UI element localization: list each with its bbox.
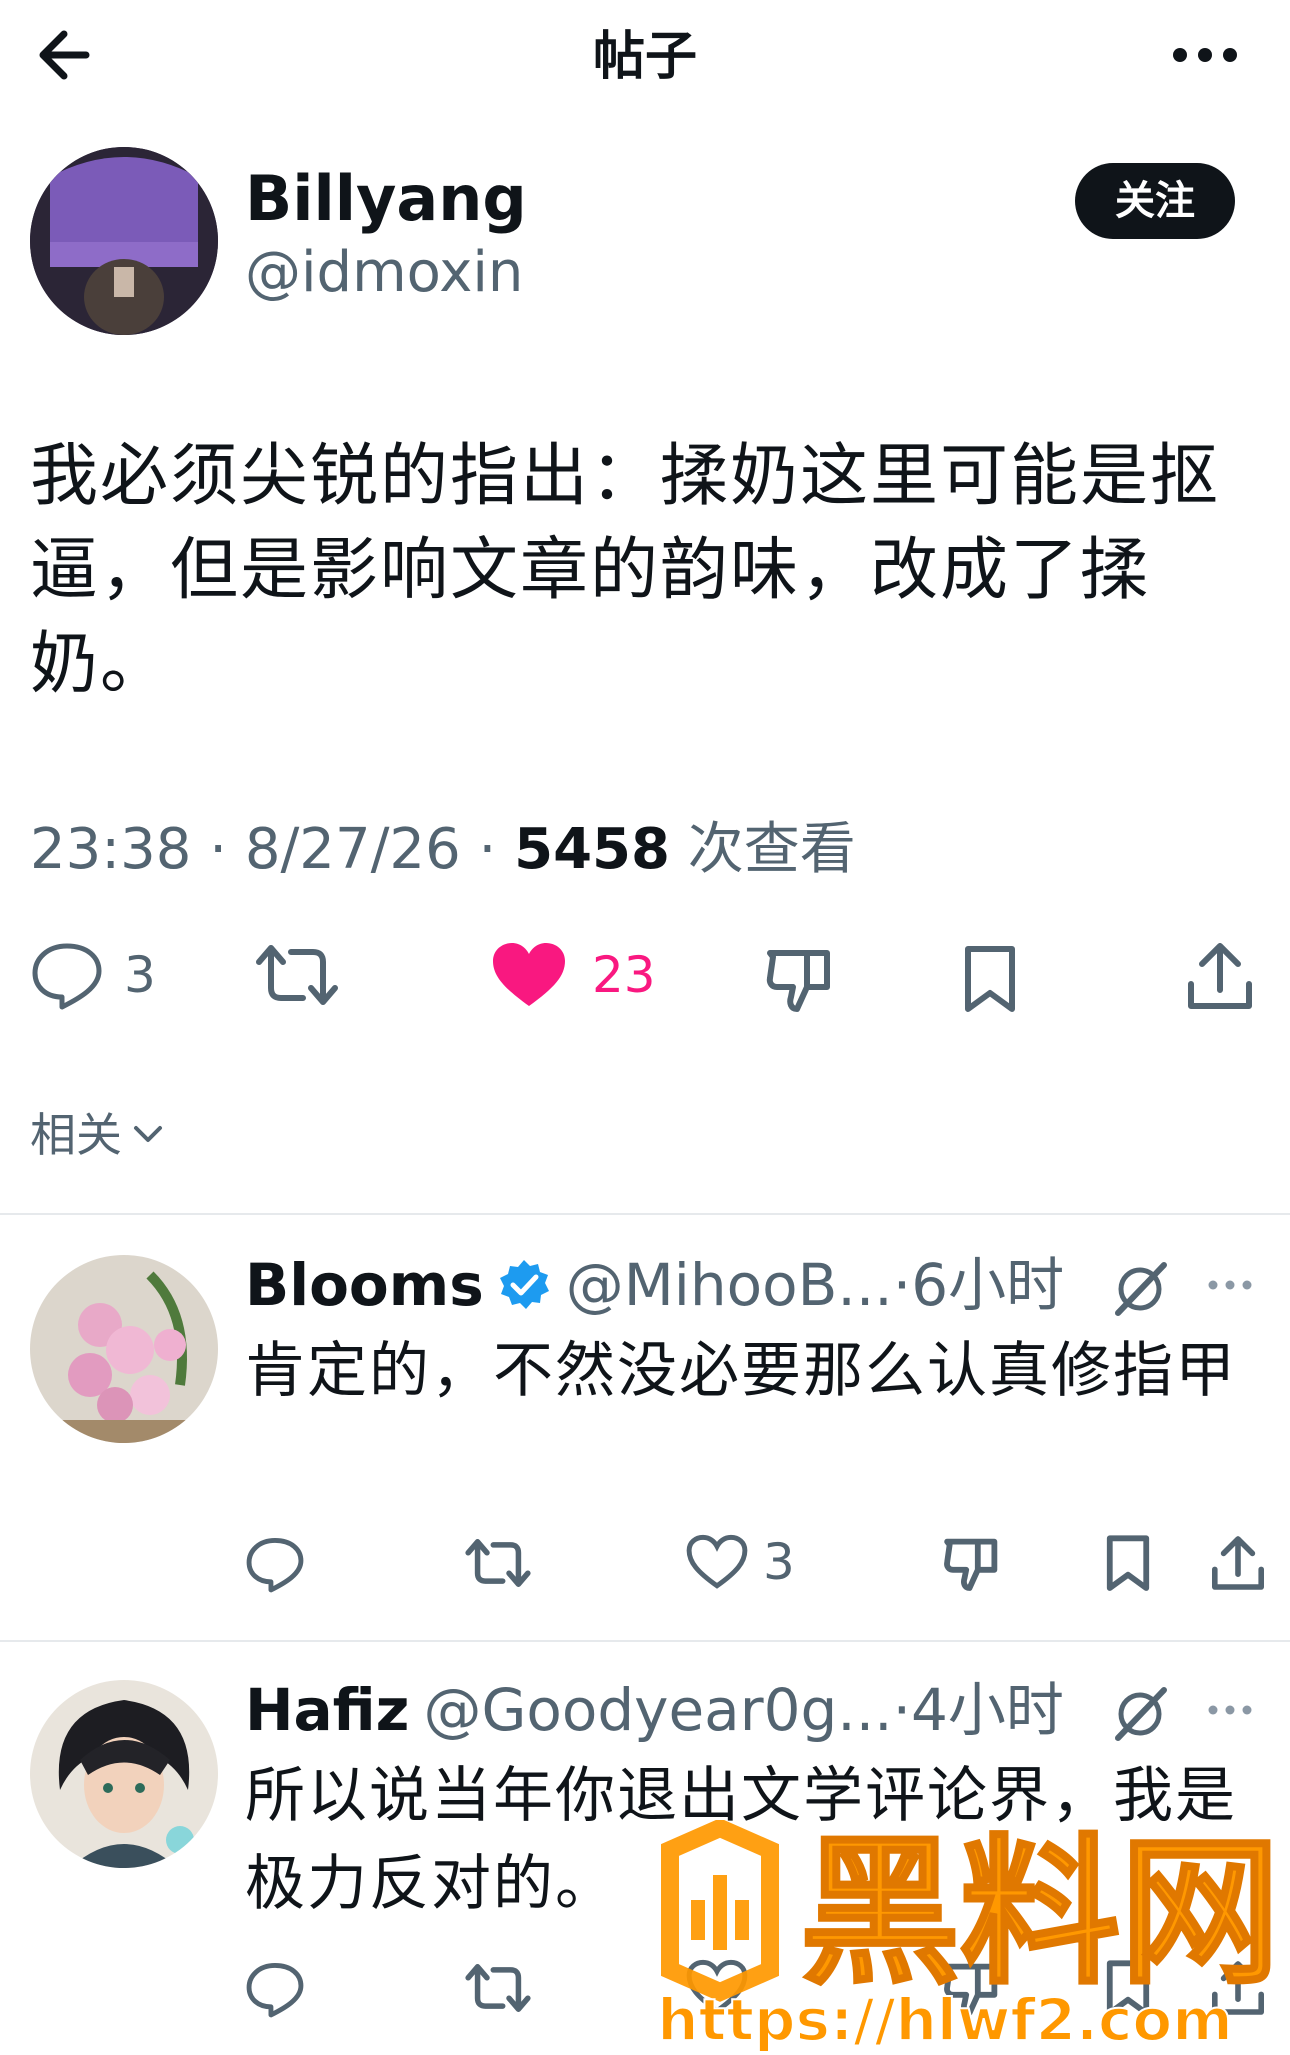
thumbs-down-icon bbox=[766, 950, 830, 1012]
watermark-url: https://hlwf2.com bbox=[657, 1986, 1232, 2051]
related-label: 相关 bbox=[30, 1108, 122, 1162]
bookmark-icon bbox=[1106, 1535, 1150, 1591]
page-title: 帖子 bbox=[592, 27, 697, 87]
watermark-logo: 黑料网 https://hlwf2.com bbox=[656, 1818, 1281, 2055]
reply-header: Blooms @MihooB... · 6小时 bbox=[245, 1247, 1064, 1323]
view-count: 5458 bbox=[514, 817, 670, 882]
reply-avatar[interactable] bbox=[30, 1680, 218, 1868]
reply-reply-button[interactable] bbox=[245, 1960, 305, 2018]
post-meta: 23:38 · 8/27/26 · 5458 次查看 bbox=[30, 817, 856, 882]
reply-avatar[interactable] bbox=[30, 1255, 218, 1443]
more-options-button[interactable] bbox=[1160, 30, 1250, 80]
grok-icon bbox=[1115, 1262, 1167, 1316]
post-time: 23:38 bbox=[30, 817, 192, 882]
view-label: 次查看 bbox=[687, 817, 856, 882]
reply-dislike-button[interactable] bbox=[943, 1535, 1001, 1593]
dislike-button[interactable] bbox=[765, 945, 835, 1015]
reply-like-button[interactable]: 3 bbox=[685, 1533, 795, 1591]
repost-icon bbox=[256, 945, 338, 1005]
reply-author-name[interactable]: Hafiz bbox=[245, 1672, 409, 1748]
bookmark-icon bbox=[965, 946, 1015, 1012]
grok-button[interactable] bbox=[1110, 1257, 1170, 1317]
grok-icon bbox=[1115, 1687, 1167, 1741]
verified-badge-icon bbox=[499, 1260, 549, 1309]
share-icon bbox=[1188, 943, 1252, 1009]
reply-like-count: 3 bbox=[763, 1533, 795, 1591]
reply-bookmark-button[interactable] bbox=[1103, 1535, 1153, 1593]
post-date: 8/27/26 bbox=[244, 817, 461, 882]
reply-icon bbox=[246, 1538, 304, 1593]
reply-icon bbox=[246, 1963, 304, 2018]
reply-icon bbox=[32, 943, 102, 1010]
heart-filled-icon bbox=[493, 943, 565, 1006]
reply-reply-button[interactable] bbox=[245, 1535, 305, 1593]
reply-time: 4小时 bbox=[911, 1676, 1064, 1744]
more-icon bbox=[1173, 48, 1237, 62]
post-text: 我必须尖锐的指出：揉奶这里可能是抠逼，但是影响文章的韵味，改成了揉奶。 bbox=[30, 437, 1221, 704]
follow-button[interactable]: 关注 bbox=[1075, 163, 1235, 239]
thumbs-down-icon bbox=[944, 1538, 998, 1591]
like-count: 23 bbox=[592, 946, 656, 1004]
reply-author-handle[interactable]: @Goodyear0g... bbox=[423, 1672, 892, 1748]
author-handle[interactable]: @idmoxin bbox=[245, 238, 523, 308]
related-dropdown[interactable]: 相关 bbox=[30, 1105, 168, 1165]
reply-author-handle[interactable]: @MihooB... bbox=[566, 1247, 893, 1323]
reply-more-button[interactable] bbox=[1205, 1695, 1255, 1725]
heart-icon bbox=[686, 1534, 748, 1589]
reply-button[interactable]: 3 bbox=[30, 940, 156, 1010]
more-icon bbox=[1208, 1280, 1252, 1290]
reply-time: 6小时 bbox=[911, 1251, 1065, 1319]
author-avatar[interactable] bbox=[30, 147, 218, 335]
repost-button[interactable] bbox=[255, 940, 339, 1010]
reply-share-button[interactable] bbox=[1210, 1533, 1266, 1593]
bookmark-button[interactable] bbox=[960, 945, 1020, 1015]
reply-more-button[interactable] bbox=[1205, 1270, 1255, 1300]
watermark: 黑料网 https://hlwf2.com bbox=[600, 1818, 1290, 2055]
share-icon bbox=[1212, 1536, 1264, 1590]
anime-avatar-image bbox=[30, 1680, 218, 1868]
reply-item[interactable]: Blooms @MihooB... · 6小时 肯定的，不然没必要那么认真修指甲 bbox=[0, 1215, 1290, 1640]
watermark-text: 黑料网 bbox=[800, 1820, 1280, 2006]
reply-repost-button[interactable] bbox=[465, 1535, 531, 1591]
reply-header: Hafiz @Goodyear0g... · 4小时 bbox=[245, 1672, 1064, 1748]
share-button[interactable] bbox=[1185, 940, 1255, 1012]
reply-count: 3 bbox=[124, 946, 156, 1004]
chevron-down-icon bbox=[134, 1126, 162, 1142]
grok-button[interactable] bbox=[1110, 1682, 1170, 1742]
avatar-image bbox=[30, 147, 218, 335]
repost-icon bbox=[465, 1539, 531, 1587]
reply-text: 肯定的，不然没必要那么认真修指甲 bbox=[245, 1336, 1237, 1406]
repost-icon bbox=[465, 1964, 531, 2012]
reply-author-name[interactable]: Blooms bbox=[245, 1247, 484, 1323]
flower-avatar-image bbox=[30, 1255, 218, 1443]
like-button[interactable]: 23 bbox=[490, 940, 656, 1010]
more-icon bbox=[1208, 1705, 1252, 1715]
reply-repost-button[interactable] bbox=[465, 1960, 531, 2016]
author-name[interactable]: Billyang bbox=[245, 160, 527, 238]
